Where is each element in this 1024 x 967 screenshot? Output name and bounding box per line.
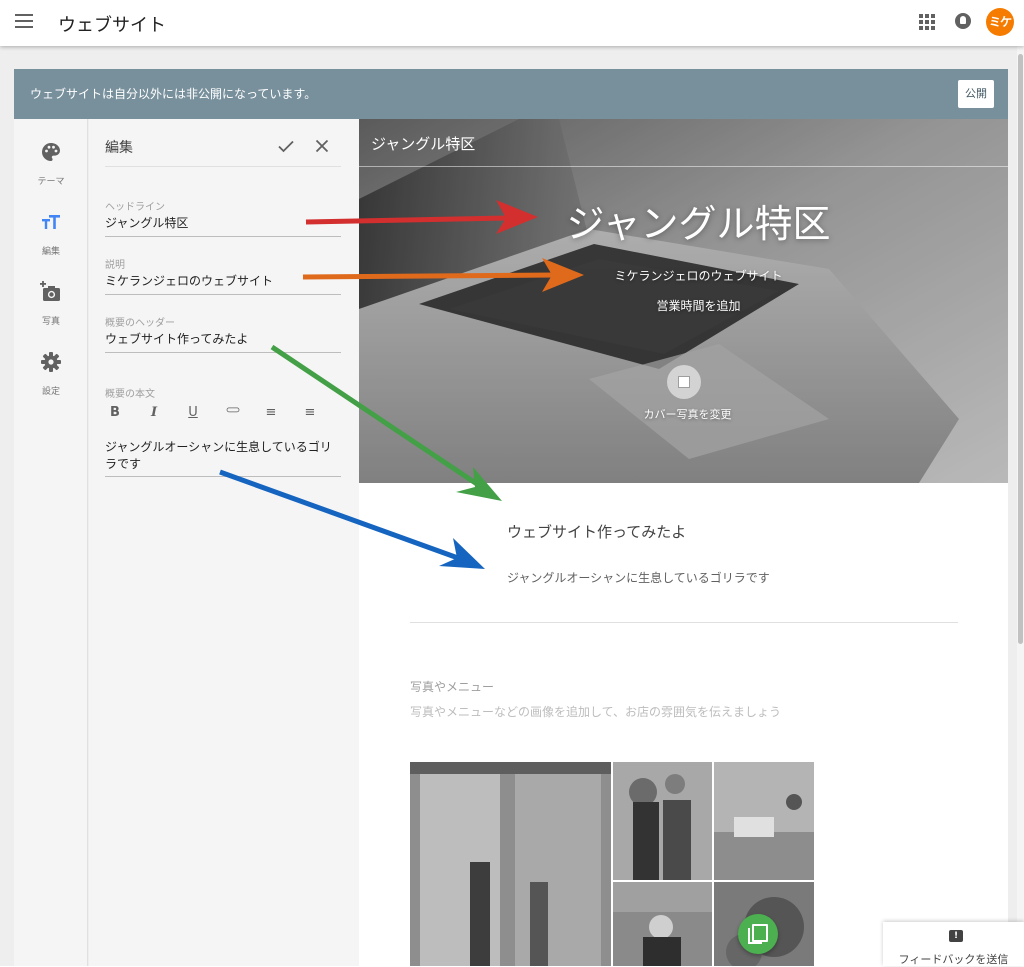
rail-label: テーマ: [37, 177, 65, 187]
site-preview: ジャングル特区 ジャングル特区 ミケランジェロのウェブサイト 営業時間を追加 カ…: [359, 119, 1008, 966]
bulleted-list-icon[interactable]: ≡: [300, 405, 320, 423]
apps-grid-icon[interactable]: [919, 14, 935, 30]
change-cover-label[interactable]: カバー写真を変更: [359, 406, 1008, 422]
rail-label: 設定: [41, 387, 60, 397]
private-banner: ウェブサイトは自分以外には非公開になっています。 公開: [14, 69, 1008, 119]
banner-text: ウェブサイトは自分以外には非公開になっています。: [30, 87, 317, 101]
format-toolbar: B I U ⊂⊃ ≡ ≡: [105, 405, 341, 423]
add-photos-button[interactable]: [738, 914, 778, 954]
description-field[interactable]: ミケランジェロのウェブサイト: [105, 272, 341, 295]
notifications-icon[interactable]: [955, 13, 971, 29]
underline-icon[interactable]: U: [183, 405, 203, 423]
description-label: 説明: [105, 260, 125, 271]
headline-field[interactable]: ジャングル特区: [105, 214, 341, 237]
app-bar: ウェブサイト ミケ: [0, 0, 1024, 46]
panel-title: 編集: [105, 140, 133, 156]
rail-item-settings[interactable]: 設定: [14, 351, 88, 398]
add-hours-link[interactable]: 営業時間を追加: [359, 297, 1008, 314]
numbered-list-icon[interactable]: ≡: [261, 405, 281, 423]
about-header-field[interactable]: ウェブサイト作ってみたよ: [105, 330, 341, 353]
app-title: ウェブサイト: [58, 15, 166, 36]
rail-item-photos[interactable]: 写真: [14, 281, 88, 328]
palette-icon: [42, 143, 61, 161]
edit-panel: 編集 ヘッドライン ジャングル特区 説明 ミケランジェロのウェブサイト 概要のヘ…: [89, 119, 359, 966]
feedback-label: フィードバックを送信: [898, 953, 1009, 966]
nav-divider: [359, 166, 1008, 167]
rail-label: 写真: [41, 317, 60, 327]
gallery-photo[interactable]: [613, 762, 712, 880]
photos-title: 写真やメニュー: [410, 680, 495, 694]
check-icon[interactable]: [277, 137, 295, 155]
gallery-photo[interactable]: [410, 762, 611, 966]
hero-headline[interactable]: ジャングル特区: [359, 193, 1008, 248]
add-photo-icon: [40, 281, 60, 301]
feedback-button[interactable]: ! フィードバックを送信: [883, 922, 1024, 966]
section-divider: [410, 622, 958, 623]
bold-icon[interactable]: B: [105, 405, 125, 423]
publish-button[interactable]: 公開: [958, 80, 994, 108]
panel-divider: [105, 166, 341, 167]
change-cover-icon[interactable]: [667, 365, 701, 399]
about-header-label: 概要のヘッダー: [105, 318, 175, 329]
text-format-icon: [42, 215, 60, 229]
close-icon[interactable]: [313, 137, 331, 155]
hero-cover: ジャングル特区 ジャングル特区 ミケランジェロのウェブサイト 営業時間を追加 カ…: [359, 119, 1008, 483]
side-rail: テーマ 編集 写真 設定: [14, 119, 88, 966]
photos-description: 写真やメニューなどの画像を追加して、お店の雰囲気を伝えましょう: [410, 705, 782, 719]
italic-icon[interactable]: I: [144, 405, 164, 423]
menu-icon[interactable]: [15, 14, 33, 28]
gear-icon: [41, 352, 61, 372]
rail-item-edit[interactable]: 編集: [14, 211, 88, 258]
gallery-photo[interactable]: [613, 882, 712, 966]
site-nav-title[interactable]: ジャングル特区: [371, 133, 475, 154]
hero-description[interactable]: ミケランジェロのウェブサイト: [359, 267, 1008, 284]
scrollbar-thumb[interactable]: [1018, 54, 1023, 644]
feedback-icon: !: [949, 930, 963, 942]
rail-item-theme[interactable]: テーマ: [14, 141, 88, 188]
gallery-photo[interactable]: [714, 762, 814, 880]
rail-label: 編集: [41, 247, 60, 257]
about-body-field[interactable]: ジャングルオーシャンに生息しているゴリラです: [105, 439, 341, 477]
avatar[interactable]: ミケ: [986, 8, 1014, 36]
about-body-label: 概要の本文: [105, 389, 155, 400]
link-icon[interactable]: ⊂⊃: [222, 405, 242, 423]
about-title[interactable]: ウェブサイト作ってみたよ: [507, 521, 686, 542]
about-body[interactable]: ジャングルオーシャンに生息しているゴリラです: [507, 569, 770, 586]
headline-label: ヘッドライン: [105, 202, 165, 213]
